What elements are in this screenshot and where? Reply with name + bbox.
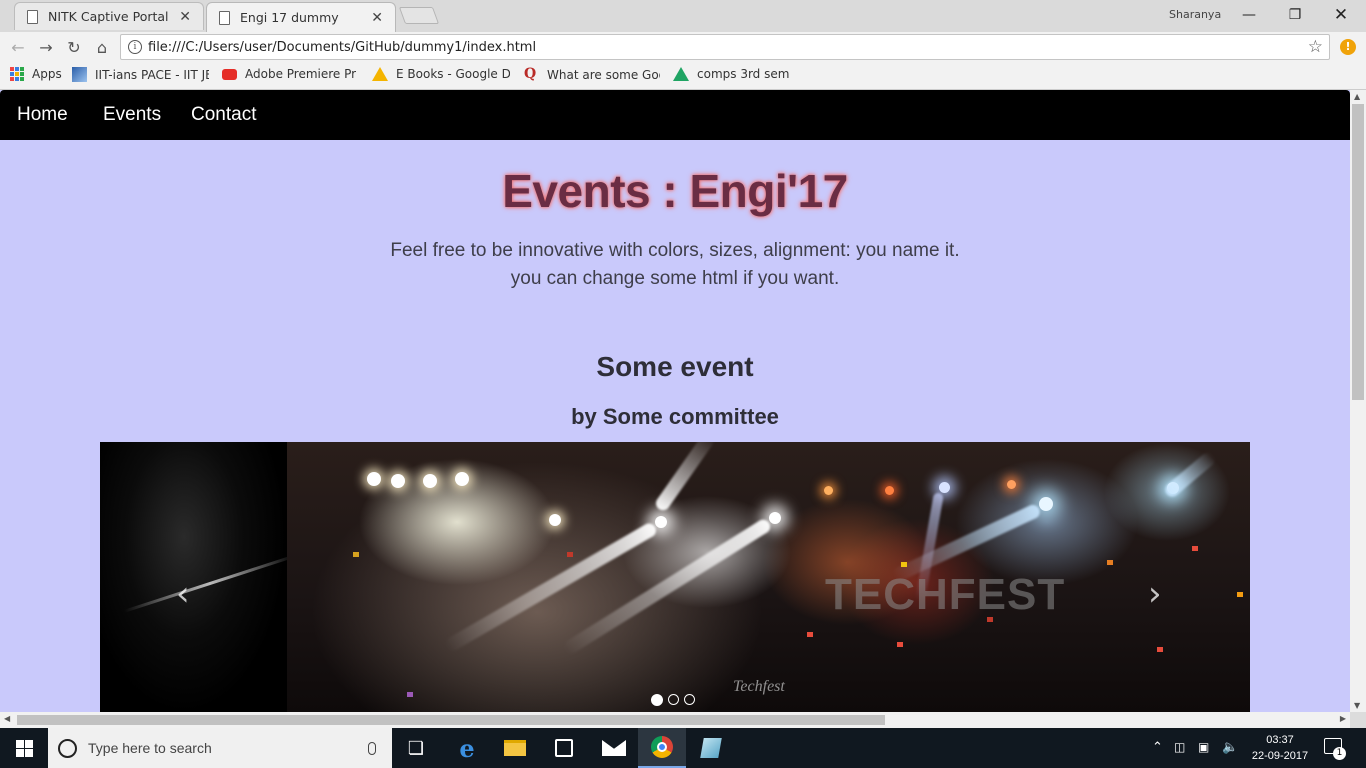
carousel-indicator-1[interactable] — [651, 694, 663, 706]
bookmark-label: Apps — [32, 67, 62, 81]
scroll-up-icon[interactable]: ▲ — [1354, 92, 1360, 101]
task-view-icon[interactable]: ❏ — [392, 728, 440, 768]
techfest-banner-text: TECHFEST — [825, 570, 1066, 619]
apps-grid-icon — [10, 67, 24, 81]
vertical-scrollbar[interactable]: ▲ ▼ — [1350, 90, 1366, 712]
edge-icon[interactable]: e — [443, 728, 491, 768]
taskbar-clock[interactable]: 03:37 22-09-2017 — [1244, 732, 1316, 764]
close-tab-icon[interactable]: ✕ — [371, 10, 383, 26]
page-subtitle-line-1: Feel free to be innovative with colors, … — [390, 240, 960, 261]
carousel-next-arrow-icon[interactable]: › — [1148, 574, 1162, 614]
bookmark-label: What are some Goog — [547, 67, 660, 82]
horizontal-scrollbar[interactable]: ◀ ▶ — [0, 712, 1350, 728]
file-explorer-icon[interactable] — [491, 728, 539, 768]
scroll-down-icon[interactable]: ▼ — [1354, 701, 1360, 710]
event-committee: by Some committee — [571, 404, 779, 429]
clock-date: 22-09-2017 — [1251, 750, 1309, 762]
youtube-icon — [222, 68, 237, 80]
scrollbar-corner — [1350, 712, 1366, 728]
nav-home-link[interactable]: Home — [17, 104, 68, 126]
browser-toolbar: ← → ↻ ⌂ i file:///C:/Users/user/Document… — [0, 32, 1366, 62]
bookmark-adobe-premiere[interactable]: Adobe Premiere Pro I — [222, 67, 356, 81]
bookmark-apps[interactable]: Apps — [10, 67, 62, 81]
start-button[interactable] — [0, 728, 48, 768]
page-viewport: Home Events Contact Events : Engi'17 Fee… — [0, 90, 1350, 712]
bookmark-iit-pace[interactable]: IIT-ians PACE - IIT JEE — [72, 67, 209, 82]
quora-icon: Q — [524, 67, 537, 82]
pace-logo-icon — [72, 67, 87, 82]
bookmark-quora[interactable]: Q What are some Goog — [524, 67, 660, 82]
home-icon[interactable]: ⌂ — [91, 36, 113, 58]
back-icon[interactable]: ← — [7, 36, 29, 58]
search-placeholder: Type here to search — [88, 740, 212, 756]
google-drive-icon — [372, 67, 388, 81]
scroll-left-icon[interactable]: ◀ — [4, 714, 10, 723]
carousel-indicator-3[interactable] — [684, 694, 695, 705]
store-icon[interactable] — [540, 728, 588, 768]
bookmark-label: Adobe Premiere Pro I — [245, 67, 356, 81]
bookmark-label: IIT-ians PACE - IIT JEE — [95, 67, 209, 82]
url-text[interactable]: file:///C:/Users/user/Documents/GitHub/d… — [148, 40, 536, 55]
tab-title: NITK Captive Portal — [48, 9, 169, 24]
browser-tab-strip: NITK Captive Portal ✕ Engi 17 dummy ✕ Sh… — [0, 0, 1366, 32]
address-bar[interactable]: i file:///C:/Users/user/Documents/GitHub… — [120, 34, 1330, 60]
event-carousel: TECHFEST Techfest ‹ › — [100, 442, 1250, 712]
notification-count-badge: 1 — [1333, 747, 1346, 760]
page-title: Events : Engi'17 — [502, 165, 848, 217]
show-hidden-icons-icon[interactable]: ⌃ — [1152, 740, 1163, 755]
bookmark-comps-3rd-sem[interactable]: comps 3rd sem — [673, 67, 789, 81]
cortana-icon — [58, 738, 77, 758]
power-icon[interactable]: ◫ — [1174, 740, 1185, 754]
page-subtitle-line-2: you can change some html if you want. — [510, 268, 840, 289]
clock-time: 03:37 — [1266, 734, 1294, 746]
chrome-icon[interactable] — [638, 728, 686, 768]
bookmark-ebooks-drive[interactable]: E Books - Google Driv — [372, 67, 510, 81]
restore-icon[interactable]: ❐ — [1272, 3, 1318, 27]
windows-logo-icon — [15, 739, 33, 757]
techfest-logo-text: Techfest — [733, 678, 785, 695]
info-icon[interactable]: i — [128, 40, 142, 54]
nav-events-link[interactable]: Events — [103, 104, 161, 126]
reload-icon[interactable]: ↻ — [63, 36, 85, 58]
network-icon[interactable]: ▣ — [1198, 740, 1209, 754]
minimize-icon[interactable]: — — [1226, 3, 1272, 27]
vertical-scroll-thumb[interactable] — [1352, 104, 1364, 400]
document-icon — [219, 10, 230, 25]
profile-name[interactable]: Sharanya — [1169, 8, 1221, 21]
forward-icon[interactable]: → — [35, 36, 57, 58]
carousel-indicator-2[interactable] — [668, 694, 679, 705]
bookmark-label: E Books - Google Driv — [396, 67, 510, 81]
scroll-right-icon[interactable]: ▶ — [1340, 714, 1346, 723]
carousel-prev-arrow-icon[interactable]: ‹ — [176, 574, 190, 614]
document-icon — [27, 9, 38, 24]
bookmark-star-icon[interactable]: ☆ — [1308, 37, 1323, 57]
event-name: Some event — [596, 351, 754, 382]
microphone-icon[interactable] — [368, 741, 376, 755]
app-icon[interactable] — [687, 728, 735, 768]
taskbar-search-box[interactable]: Type here to search — [48, 728, 392, 768]
close-tab-icon[interactable]: ✕ — [179, 9, 191, 25]
new-tab-button[interactable] — [398, 7, 440, 24]
tab-engi-17-dummy[interactable]: Engi 17 dummy ✕ — [206, 2, 396, 32]
update-alert-icon[interactable]: ! — [1340, 39, 1356, 55]
carousel-active-slide-image: TECHFEST Techfest — [287, 442, 1250, 712]
bookmark-label: comps 3rd sem — [697, 67, 790, 81]
site-navbar: Home Events Contact — [0, 90, 1350, 140]
google-drive-icon — [673, 67, 689, 81]
close-window-icon[interactable]: ✕ — [1318, 3, 1364, 27]
volume-icon[interactable]: 🔈 — [1222, 740, 1238, 755]
nav-contact-link[interactable]: Contact — [191, 104, 256, 126]
tab-title: Engi 17 dummy — [240, 10, 339, 25]
tab-nitk-captive-portal[interactable]: NITK Captive Portal ✕ — [14, 2, 204, 30]
carousel-indicators — [651, 694, 695, 706]
horizontal-scroll-thumb[interactable] — [17, 715, 885, 725]
bookmarks-bar: Apps IIT-ians PACE - IIT JEE Adobe Premi… — [0, 62, 1366, 90]
windows-taskbar: Type here to search ❏ e ⌃ ◫ ▣ 🔈 03:37 22… — [0, 728, 1366, 768]
carousel-previous-slide-image — [100, 442, 297, 712]
mail-icon[interactable] — [590, 728, 638, 768]
